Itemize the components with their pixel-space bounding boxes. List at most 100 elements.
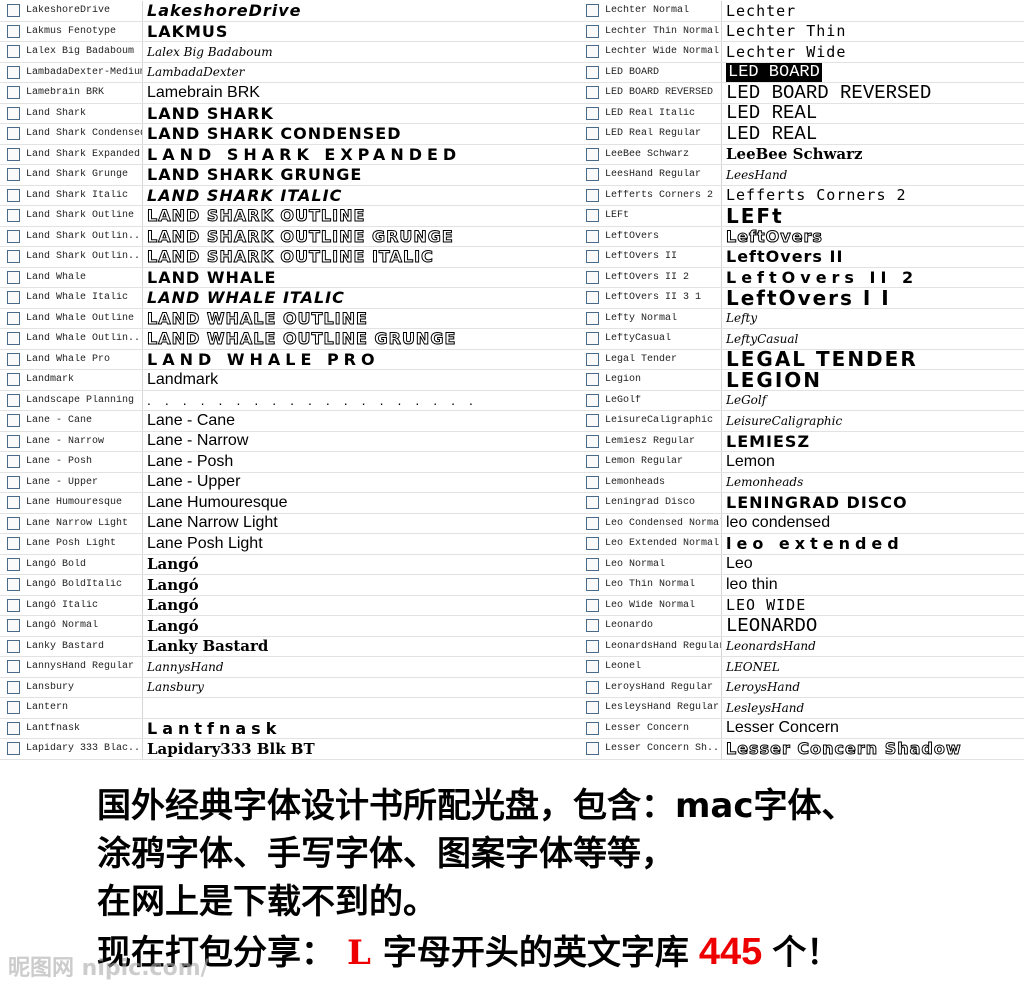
font-row[interactable]: Lemiesz Regular LEMIESZ (579, 431, 1024, 452)
checkbox[interactable] (586, 557, 599, 571)
font-row[interactable]: Land Shark Outline LAND SHARK OUTLINE (0, 206, 579, 227)
checkbox[interactable] (586, 250, 599, 264)
checkbox[interactable] (7, 106, 20, 120)
font-row[interactable]: Lechter Normal Lechter (579, 1, 1024, 22)
checkbox[interactable] (7, 680, 20, 694)
checkbox[interactable] (586, 209, 599, 223)
font-row[interactable]: LannysHand Regular LannysHand (0, 657, 579, 678)
checkbox[interactable] (7, 455, 20, 469)
checkbox[interactable] (7, 86, 20, 100)
checkbox[interactable] (586, 291, 599, 305)
font-row[interactable]: Landscape Planning................... (0, 390, 579, 411)
checkbox[interactable] (586, 24, 599, 38)
font-row[interactable]: Lefty Normal Lefty (579, 308, 1024, 329)
font-row[interactable]: LED BOARD LED BOARD (579, 62, 1024, 83)
checkbox[interactable] (7, 393, 20, 407)
checkbox[interactable] (586, 45, 599, 59)
checkbox[interactable] (7, 598, 20, 612)
checkbox[interactable] (586, 393, 599, 407)
checkbox[interactable] (586, 373, 599, 387)
checkbox[interactable] (7, 475, 20, 489)
checkbox[interactable] (7, 352, 20, 366)
font-row[interactable]: Lefferts Corners 2 Lefferts Corners 2 (579, 185, 1024, 206)
checkbox[interactable] (7, 496, 20, 510)
checkbox[interactable] (586, 168, 599, 182)
font-row[interactable]: LED Real Italic LED REAL (579, 103, 1024, 124)
checkbox[interactable] (586, 65, 599, 79)
checkbox[interactable] (7, 229, 20, 243)
font-row[interactable]: Land Shark Grunge LAND SHARK GRUNGE (0, 165, 579, 186)
checkbox[interactable] (7, 147, 20, 161)
checkbox[interactable] (586, 537, 599, 551)
checkbox[interactable] (586, 434, 599, 448)
checkbox[interactable] (7, 168, 20, 182)
checkbox[interactable] (7, 660, 20, 674)
checkbox[interactable] (7, 45, 20, 59)
checkbox[interactable] (7, 721, 20, 735)
checkbox[interactable] (7, 24, 20, 38)
font-row[interactable]: LED BOARD REVERSED LED BOARD REVERSED (579, 83, 1024, 104)
checkbox[interactable] (7, 414, 20, 428)
font-row[interactable]: Leo Extended Normal leo extended (579, 534, 1024, 555)
checkbox[interactable] (586, 127, 599, 141)
font-row[interactable]: Lapidary 333 Blac... Lapidary333 Blk BT (0, 739, 579, 760)
font-row[interactable]: Lechter Wide Normal Lechter Wide (579, 42, 1024, 63)
checkbox[interactable] (586, 332, 599, 346)
font-row[interactable]: Lanky Bastard Lanky Bastard (0, 636, 579, 657)
font-row[interactable]: Legal Tender LEGAL TENDER (579, 349, 1024, 370)
checkbox[interactable] (586, 660, 599, 674)
font-row[interactable]: Land Shark LAND SHARK (0, 103, 579, 124)
font-row[interactable]: Leo Wide Normal LEO WIDE (579, 595, 1024, 616)
checkbox[interactable] (7, 270, 20, 284)
font-row[interactable]: Lantfnask Lantfnask (0, 718, 579, 739)
font-row[interactable]: Land Shark Outlin... LAND SHARK OUTLINE I… (0, 247, 579, 268)
font-row[interactable]: Legion LEGION (579, 370, 1024, 391)
font-row[interactable]: LambadaDexter-Medium LambadaDexter (0, 62, 579, 83)
font-row[interactable]: Leonardo LEONARDO (579, 616, 1024, 637)
checkbox[interactable] (586, 229, 599, 243)
font-row[interactable]: Land Whale Outlin... LAND WHALE OUTLINE G… (0, 329, 579, 350)
checkbox[interactable] (7, 250, 20, 264)
font-row[interactable]: Lesser Concern Sh... Lesser Concern Shado… (579, 739, 1024, 760)
checkbox[interactable] (586, 270, 599, 284)
font-row[interactable]: Leo Condensed Normal leo condensed (579, 513, 1024, 534)
checkbox[interactable] (586, 147, 599, 161)
checkbox[interactable] (586, 86, 599, 100)
font-row[interactable]: LeeBee Schwarz LeeBee Schwarz (579, 144, 1024, 165)
checkbox[interactable] (7, 188, 20, 202)
checkbox[interactable] (7, 332, 20, 346)
font-row[interactable]: Land Whale Outline LAND WHALE OUTLINE (0, 308, 579, 329)
checkbox[interactable] (7, 639, 20, 653)
font-row[interactable]: Land Shark Expanded LAND SHARK EXPANDED (0, 144, 579, 165)
font-row[interactable]: Land Whale Pro LAND WHALE PRO (0, 349, 579, 370)
checkbox[interactable] (7, 619, 20, 633)
font-row[interactable]: LeisureCaligraphic LeisureCaligraphic (579, 411, 1024, 432)
font-row[interactable]: Lalex Big Badaboum Lalex Big Badaboum (0, 42, 579, 63)
checkbox[interactable] (586, 639, 599, 653)
font-row[interactable]: Langó Italic Langó (0, 595, 579, 616)
font-row[interactable]: Langó BoldItalic Langó (0, 575, 579, 596)
checkbox[interactable] (7, 4, 20, 18)
font-row[interactable]: Lane - Upper Lane - Upper (0, 472, 579, 493)
font-row[interactable]: Land Whale Italic LAND WHALE ITALIC (0, 288, 579, 309)
font-row[interactable]: LeftOvers II LeftOvers II (579, 247, 1024, 268)
font-row[interactable]: Lamebrain BRK Lamebrain BRK (0, 83, 579, 104)
font-row[interactable]: LakeshoreDrive LakeshoreDrive (0, 1, 579, 22)
font-row[interactable]: Land Shark Outlin... LAND SHARK OUTLINE G… (0, 226, 579, 247)
font-row[interactable]: LeftOvers II 2 LeftOvers II 2 (579, 267, 1024, 288)
checkbox[interactable] (586, 721, 599, 735)
font-row[interactable]: LeroysHand Regular LeroysHand (579, 677, 1024, 698)
font-row[interactable]: LEFt LEFt (579, 206, 1024, 227)
font-row[interactable]: LeesHand Regular LeesHand (579, 165, 1024, 186)
font-row[interactable]: Langó Bold Langó (0, 554, 579, 575)
font-row[interactable]: Lane - Cane Lane - Cane (0, 411, 579, 432)
checkbox[interactable] (7, 311, 20, 325)
font-row[interactable]: Lemonheads Lemonheads (579, 472, 1024, 493)
checkbox[interactable] (586, 475, 599, 489)
checkbox[interactable] (586, 352, 599, 366)
checkbox[interactable] (7, 516, 20, 530)
font-row[interactable]: Land Shark Italic LAND SHARK ITALIC (0, 185, 579, 206)
checkbox[interactable] (7, 434, 20, 448)
font-row[interactable]: LeGolf LeGolf (579, 390, 1024, 411)
checkbox[interactable] (586, 516, 599, 530)
